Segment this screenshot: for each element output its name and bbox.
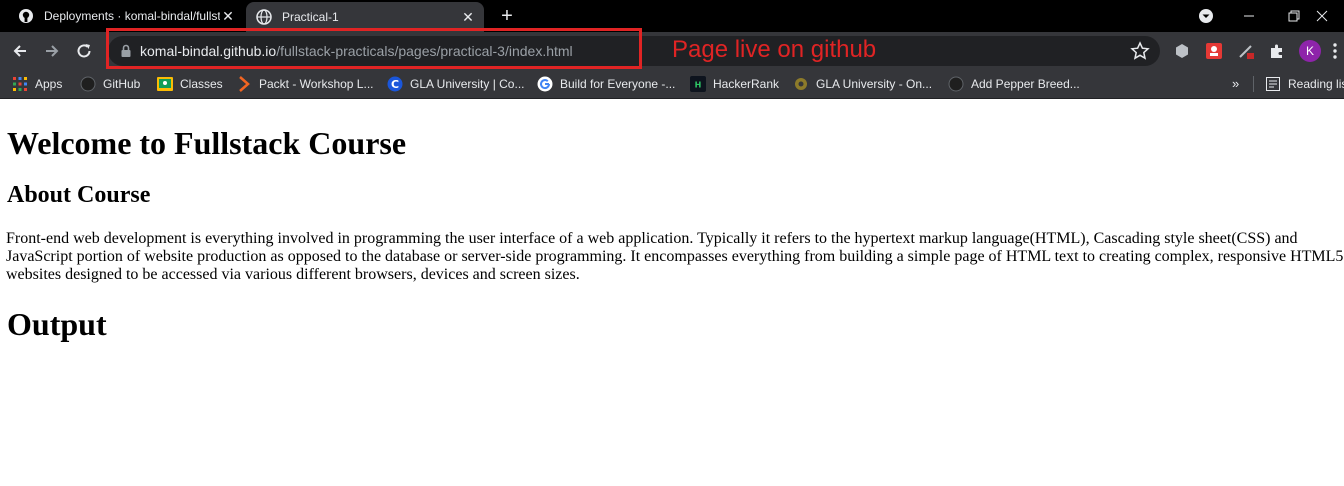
arrow-left-icon: [13, 45, 26, 57]
extension-red-icon[interactable]: [1204, 41, 1224, 61]
bookmark-label: Add Pepper Breed...: [971, 77, 1080, 91]
minimize-icon: [1244, 15, 1254, 17]
close-tab-icon[interactable]: ✕: [460, 9, 476, 25]
extensions-puzzle-icon[interactable]: [1267, 41, 1287, 61]
about-course-heading: About Course: [7, 182, 151, 208]
bookmark-label: GLA University | Co...: [410, 77, 525, 91]
svg-text:H: H: [695, 81, 702, 90]
close-icon: [1316, 10, 1328, 22]
bookmarks-bar: Apps GitHub Classes Packt - Workshop L..…: [0, 70, 1344, 99]
bookmark-github[interactable]: GitHub: [80, 75, 140, 93]
bookmark-add-pepper-breed[interactable]: Add Pepper Breed...: [948, 75, 1080, 93]
reading-list-icon: [1265, 76, 1281, 92]
profile-avatar[interactable]: K: [1299, 40, 1321, 62]
bookmark-label: Build for Everyone -...: [560, 77, 676, 91]
c-logo-icon: C: [387, 76, 403, 92]
tab-title: Deployments · komal-bindal/fullstack-pra…: [44, 9, 220, 23]
bookmark-packt[interactable]: Packt - Workshop L...: [236, 75, 374, 93]
svg-text:C: C: [391, 78, 399, 91]
more-bookmarks-button[interactable]: »: [1232, 76, 1239, 91]
restore-icon: [1288, 10, 1300, 22]
extension-pen-icon[interactable]: [1236, 41, 1256, 61]
hackerrank-icon: H: [690, 76, 706, 92]
reload-button[interactable]: [70, 37, 98, 65]
lock-icon: [121, 44, 131, 57]
classroom-icon: [157, 76, 173, 92]
output-heading: Output: [7, 306, 107, 342]
github-icon: [80, 76, 96, 92]
bookmark-label: GLA University - On...: [816, 77, 933, 91]
bookmark-star-icon[interactable]: [1130, 41, 1150, 61]
bookmark-hackerrank[interactable]: H HackerRank: [690, 75, 779, 93]
reading-list-button[interactable]: Reading list: [1265, 75, 1344, 93]
bookmarks-divider: [1253, 76, 1254, 92]
web-page-content: Welcome to Fullstack Course About Course…: [0, 99, 1344, 486]
extension-cube-icon[interactable]: [1172, 41, 1192, 61]
bookmark-label: GitHub: [103, 77, 141, 91]
forward-button[interactable]: [38, 37, 66, 65]
close-tab-icon[interactable]: ✕: [220, 8, 236, 24]
address-bar[interactable]: komal-bindal.github.io/fullstack-practic…: [108, 36, 1160, 66]
chevron-down-icon: [1199, 9, 1213, 23]
url-path: /fullstack-practicals/pages/practical-3/…: [276, 43, 573, 59]
bookmark-label: Apps: [35, 77, 63, 91]
bookmark-label: HackerRank: [713, 77, 780, 91]
github-icon: [948, 76, 964, 92]
packt-icon: [236, 76, 252, 92]
tab-strip: Deployments · komal-bindal/fullstack-pra…: [0, 0, 1344, 32]
github-icon: [18, 8, 34, 24]
globe-icon: [256, 9, 272, 25]
bookmark-gla-online[interactable]: GLA University - On...: [793, 75, 932, 93]
tab-deployments[interactable]: Deployments · komal-bindal/fullstack-pra…: [8, 0, 244, 32]
reload-icon: [77, 44, 91, 58]
bookmark-build-for-everyone[interactable]: Build for Everyone -...: [537, 75, 675, 93]
bookmark-apps[interactable]: Apps: [12, 75, 62, 93]
new-tab-button[interactable]: +: [496, 6, 518, 28]
page-heading: Welcome to Fullstack Course: [7, 125, 407, 161]
bookmark-classes[interactable]: Classes: [157, 75, 223, 93]
apps-grid-icon: [12, 76, 28, 92]
url-text: komal-bindal.github.io/fullstack-practic…: [140, 43, 573, 59]
bookmark-label: Packt - Workshop L...: [259, 77, 374, 91]
tab-practical-1[interactable]: Practical-1 ✕: [246, 2, 484, 32]
profile-dropdown-button[interactable]: [1184, 0, 1228, 32]
bookmark-gla-university[interactable]: C GLA University | Co...: [387, 75, 525, 93]
url-host: komal-bindal.github.io: [140, 43, 277, 59]
reading-list-label: Reading list: [1288, 77, 1344, 91]
more-menu-icon[interactable]: [1330, 42, 1340, 60]
bookmark-label: Classes: [180, 77, 223, 91]
close-window-button[interactable]: [1300, 0, 1344, 32]
gla-logo-icon: [793, 76, 809, 92]
course-description: Front-end web development is everything …: [6, 230, 1344, 283]
back-button[interactable]: [6, 37, 34, 65]
tab-title: Practical-1: [282, 10, 339, 24]
arrow-right-icon: [46, 45, 59, 57]
annotation-label: Page live on github: [672, 36, 877, 63]
minimize-button[interactable]: [1227, 0, 1271, 32]
google-icon: [537, 76, 553, 92]
